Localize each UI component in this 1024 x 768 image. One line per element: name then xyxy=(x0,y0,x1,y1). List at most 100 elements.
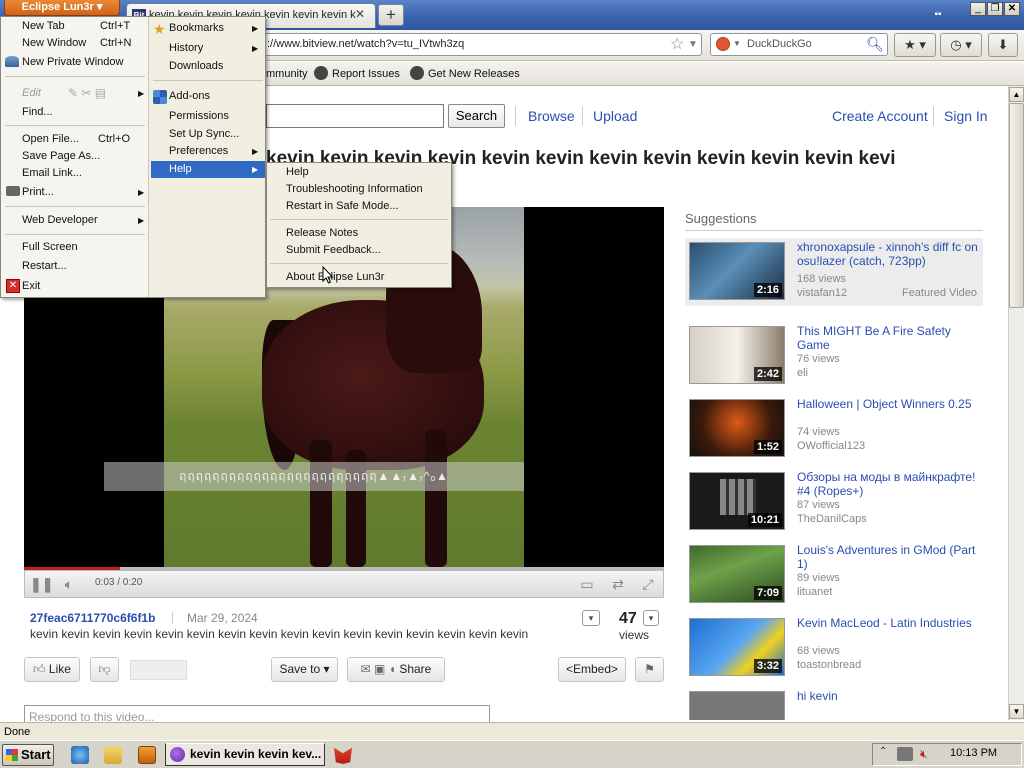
suggestion-author[interactable]: lituanet xyxy=(797,586,832,598)
suggestion-item[interactable]: hi kevin xyxy=(685,687,983,720)
all-tabs-icon[interactable]: ▪▪ xyxy=(930,8,946,22)
menu-save-page[interactable]: Save Page As... xyxy=(22,148,100,165)
suggestion-title[interactable]: Halloween | Object Winners 0.25 xyxy=(797,397,981,411)
suggestion-thumbnail[interactable]: 2:42 xyxy=(689,326,785,384)
suggestion-item[interactable]: 10:21 Обзоры на моды в майнкрафте! #4 (R… xyxy=(685,468,983,536)
menu-web-developer[interactable]: Web Developer xyxy=(22,212,98,229)
app-menu-button[interactable]: Eclipse Lun3r ▾ xyxy=(4,0,120,16)
menu-exit[interactable]: Exit xyxy=(22,278,40,295)
menu-edit[interactable]: Edit xyxy=(22,85,41,102)
scroll-thumb[interactable] xyxy=(1009,103,1024,308)
menu-preferences[interactable]: Preferences xyxy=(169,143,228,160)
suggestion-author[interactable]: TheDanilCaps xyxy=(797,513,867,525)
tray-expand-icon[interactable]: ⌃ xyxy=(879,746,887,757)
suggestion-item[interactable]: 2:16 xhronoxapsule - xinnoh's diff fc on… xyxy=(685,238,983,306)
minimize-button[interactable]: _ xyxy=(970,2,986,16)
url-dropdown-icon[interactable]: ▼ xyxy=(688,37,700,53)
suggestion-item[interactable]: 3:32 Kevin MacLeod - Latin Industries 68… xyxy=(685,614,983,682)
internet-explorer-icon[interactable] xyxy=(71,746,89,764)
menu-safe-mode[interactable]: Restart in Safe Mode... xyxy=(286,198,399,215)
expand-description-icon[interactable]: ▾ xyxy=(582,610,600,626)
dislike-button[interactable]: 👎︎ xyxy=(90,657,119,682)
suggestion-thumbnail[interactable] xyxy=(689,691,785,720)
folder-icon[interactable] xyxy=(104,746,122,764)
suggestion-title[interactable]: hi kevin xyxy=(797,689,981,703)
menu-troubleshooting[interactable]: Troubleshooting Information xyxy=(286,181,423,198)
suggestion-author[interactable]: vistafan12 xyxy=(797,287,847,299)
url-bar[interactable]: ://www.bitview.net/watch?v=tu_IVtwh3zq xyxy=(262,33,702,56)
suggestion-title[interactable]: Обзоры на моды в майнкрафте! #4 (Ropes+) xyxy=(797,470,981,498)
close-window-button[interactable]: ✕ xyxy=(1004,2,1020,16)
sign-in-link[interactable]: Sign In xyxy=(944,108,988,124)
menu-find[interactable]: Find... xyxy=(22,104,53,121)
site-search-button[interactable]: Search xyxy=(448,104,505,128)
suggestion-thumbnail[interactable]: 7:09 xyxy=(689,545,785,603)
suggestion-thumbnail[interactable]: 3:32 xyxy=(689,618,785,676)
menu-about[interactable]: About Eclipse Lun3r xyxy=(286,269,384,286)
suggestion-title[interactable]: This MIGHT Be A Fire Safety Game xyxy=(797,324,981,352)
network-icon[interactable] xyxy=(897,747,913,761)
menu-bookmarks[interactable]: Bookmarks xyxy=(169,20,224,37)
menu-open-file[interactable]: Open File... xyxy=(22,131,79,148)
suggestion-author[interactable]: toastonbread xyxy=(797,659,861,671)
engine-dropdown-icon[interactable]: ▼ xyxy=(733,39,741,48)
suggestion-item[interactable]: 7:09 Louis's Adventures in GMod (Part 1)… xyxy=(685,541,983,609)
fullscreen-icon[interactable]: ⤢ xyxy=(637,574,659,594)
restore-button[interactable]: ❐ xyxy=(987,2,1003,16)
suggestion-author[interactable]: eli xyxy=(797,367,808,379)
menu-history[interactable]: History xyxy=(169,40,203,57)
menu-help[interactable]: Help xyxy=(169,161,192,178)
menu-downloads[interactable]: Downloads xyxy=(169,58,223,75)
new-tab-button[interactable]: + xyxy=(378,4,404,26)
embed-button[interactable]: <Embed> xyxy=(558,657,626,682)
menu-new-private-window[interactable]: New Private Window xyxy=(22,54,123,71)
upload-link[interactable]: Upload xyxy=(593,108,637,124)
menu-addons[interactable]: Add-ons xyxy=(169,88,210,105)
history-button[interactable]: ◷ ▾ xyxy=(940,33,982,57)
suggestion-author[interactable]: OWofficial123 xyxy=(797,440,865,452)
suggestion-title[interactable]: Kevin MacLeod - Latin Industries xyxy=(797,616,981,630)
suggestion-item[interactable]: 1:52 Halloween | Object Winners 0.25 74 … xyxy=(685,395,983,463)
menu-setup-sync[interactable]: Set Up Sync... xyxy=(169,126,239,143)
menu-restart[interactable]: Restart... xyxy=(22,258,67,275)
suggestion-thumbnail[interactable]: 2:16 xyxy=(689,242,785,300)
menu-permissions[interactable]: Permissions xyxy=(169,108,229,125)
site-search-input[interactable] xyxy=(266,104,444,128)
save-to-button[interactable]: Save to ▾ xyxy=(271,657,338,682)
like-button[interactable]: 👍︎ Like xyxy=(24,657,80,682)
search-icon[interactable]: 🔍︎ xyxy=(866,36,884,54)
menu-email-link[interactable]: Email Link... xyxy=(22,165,82,182)
uploader-link[interactable]: 27feac6711770c6f6f1b xyxy=(30,611,155,625)
suggestion-item[interactable]: 2:42 This MIGHT Be A Fire Safety Game 76… xyxy=(685,322,983,390)
volume-muted-icon[interactable]: 🔇︎ xyxy=(920,747,928,762)
menu-help-contents[interactable]: Help xyxy=(286,164,309,181)
menu-new-window[interactable]: New Window xyxy=(22,35,86,52)
pause-button[interactable]: ❚❚ xyxy=(30,574,53,594)
scroll-down-icon[interactable]: ▼ xyxy=(1009,704,1024,719)
suggestion-title[interactable]: Louis's Adventures in GMod (Part 1) xyxy=(797,543,981,571)
suggestion-title[interactable]: xhronoxapsule - xinnoh's diff fc on osu!… xyxy=(797,240,981,268)
browse-link[interactable]: Browse xyxy=(528,108,575,124)
suggestion-thumbnail[interactable]: 10:21 xyxy=(689,472,785,530)
flag-button[interactable]: ⚑ xyxy=(635,657,664,682)
create-account-link[interactable]: Create Account xyxy=(832,108,928,124)
bookmark-star-icon[interactable]: ☆ xyxy=(668,36,686,54)
scroll-up-icon[interactable]: ▲ xyxy=(1009,87,1024,102)
share-icon[interactable]: ⇄ xyxy=(607,574,629,594)
volume-icon[interactable]: 🔈︎ xyxy=(58,574,80,594)
menu-submit-feedback[interactable]: Submit Feedback... xyxy=(286,242,381,259)
duckduckgo-icon[interactable] xyxy=(716,37,730,51)
downloads-button[interactable]: ⬇ xyxy=(988,33,1018,57)
mini-player-icon[interactable]: ▭ xyxy=(576,574,598,594)
view-stats-icon[interactable]: ▾ xyxy=(643,610,659,626)
bookmarks-menu-button[interactable]: ★ ▾ xyxy=(894,33,936,57)
tab-close-icon[interactable]: ✕ xyxy=(352,7,368,23)
menu-print[interactable]: Print... xyxy=(22,184,54,201)
bookmark-report-issues[interactable]: Report Issues xyxy=(314,66,400,82)
menu-release-notes[interactable]: Release Notes xyxy=(286,225,358,242)
bookmark-get-new-releases[interactable]: Get New Releases xyxy=(410,66,520,82)
menu-full-screen[interactable]: Full Screen xyxy=(22,239,78,256)
suggestion-thumbnail[interactable]: 1:52 xyxy=(689,399,785,457)
taskbar-window-button[interactable]: kevin kevin kevin kev... xyxy=(165,743,325,766)
share-button[interactable]: ✉ ▣ ◖ Share xyxy=(347,657,445,682)
